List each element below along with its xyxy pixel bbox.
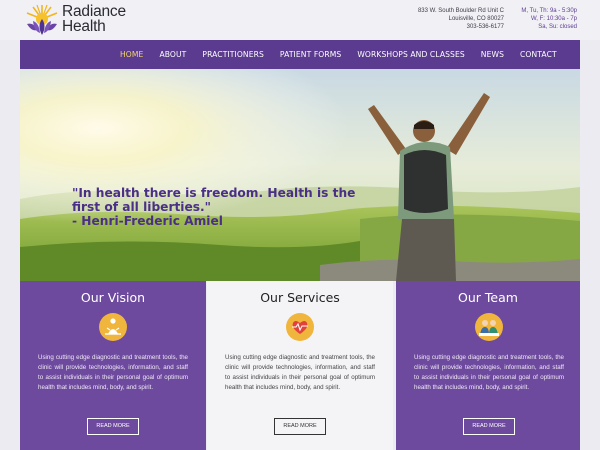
team-card: Our Team Using cutting edge diagnostic a… [396,281,580,450]
read-more-button[interactable]: Read More [463,418,515,435]
phone-number[interactable]: 303-536-6177 [372,23,504,31]
brand-line-2: Health [62,18,106,35]
card-description: Using cutting edge diagnostic and treatm… [38,354,188,391]
vision-card: Our Vision Using cutting edge diagnostic… [20,281,206,450]
quote-author: - Henri-Frederic Amiel [72,214,223,228]
site-header: Radiance Health 833 W. South Boulder Rd … [0,0,600,40]
hero-image [20,69,580,281]
card-title: Our Vision [80,290,146,305]
card-description: Using cutting edge diagnostic and treatm… [414,354,564,391]
hero-quote: "In health there is freedom. Health is t… [72,186,372,228]
nav-item-workshops-and-classes[interactable]: Workshops and Classes [349,50,472,59]
card-title: Our Services [260,290,340,305]
hours-line: Sa, Su: closed [538,24,577,30]
address-street: 833 W. South Boulder Rd Unit C [417,8,504,14]
nav-item-contact[interactable]: Contact [512,50,565,59]
heart-pulse-icon [286,313,314,341]
read-more-button[interactable]: Read More [274,418,326,435]
address-city: Louisville, CO 80027 [448,16,504,22]
team-icon [475,313,503,341]
main-nav: Home About Practitioners Patient Forms W… [20,40,580,69]
read-more-button[interactable]: Read More [87,418,139,435]
quote-line-1: "In health there is freedom. Health is t… [72,186,356,200]
nav-item-about[interactable]: About [151,50,194,59]
nav-item-patient-forms[interactable]: Patient Forms [272,50,349,59]
nav-item-practitioners[interactable]: Practitioners [194,50,272,59]
hero-banner: "In health there is freedom. Health is t… [20,69,580,281]
meditation-icon [99,313,127,341]
quote-line-2: first of all liberties." [72,200,211,214]
address-block: 833 W. South Boulder Rd Unit C Louisvill… [372,7,504,31]
nav-item-news[interactable]: News [473,50,512,59]
nav-item-home[interactable]: Home [112,50,151,59]
hours-line: M, Tu, Th: 9a - 5:30p [521,8,577,14]
lotus-logo-icon[interactable] [24,2,60,38]
hours-block: M, Tu, Th: 9a - 5:30p W, F: 10:30a - 7p … [507,7,577,31]
hours-line: W, F: 10:30a - 7p [530,16,577,22]
services-card: Our Services Using cutting edge diagnost… [207,281,393,450]
brand-line-1: Radiance [62,3,126,20]
card-description: Using cutting edge diagnostic and treatm… [225,354,375,391]
card-title: Our Team [458,290,518,305]
brand-name[interactable]: Radiance Health [62,3,126,35]
